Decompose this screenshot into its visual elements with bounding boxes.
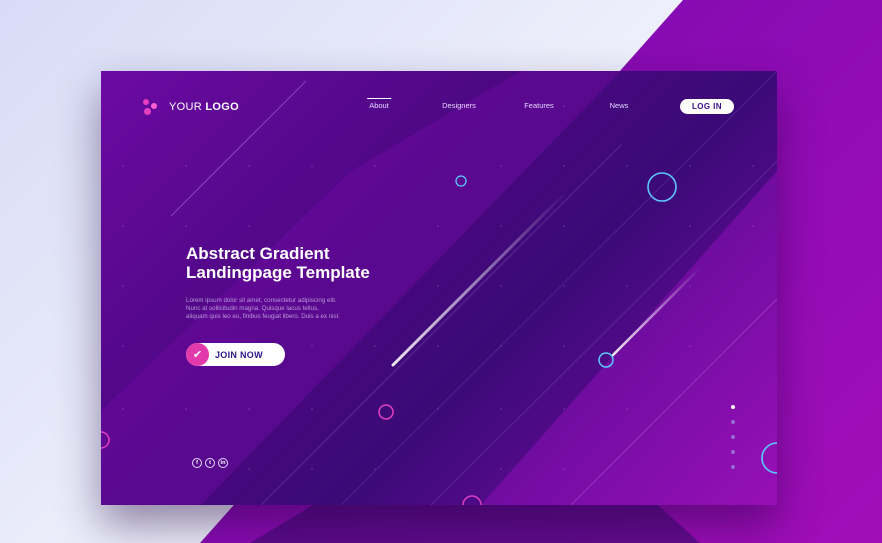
- nav-news[interactable]: News: [610, 101, 629, 110]
- hero-title-line2: Landingpage Template: [186, 263, 370, 282]
- slide-pager: [731, 405, 735, 480]
- nav-about[interactable]: About: [367, 98, 391, 110]
- ring-decoration: [378, 404, 394, 420]
- login-button[interactable]: LOG IN: [680, 99, 734, 114]
- pager-dot[interactable]: [731, 450, 735, 454]
- hero-body-line1: Lorem ipsum dolor sit amet, consectetur …: [186, 297, 337, 304]
- brand-logo[interactable]: YOUR LOGO: [143, 99, 239, 115]
- landing-page-card: YOUR LOGO About Designers Features News …: [101, 71, 777, 505]
- pager-dot[interactable]: [731, 405, 735, 409]
- hero-body-line3: aliquam quis leo eu, finibus feugiat lib…: [186, 313, 340, 320]
- logo-text: YOUR LOGO: [169, 101, 239, 113]
- join-now-button[interactable]: ✔ JOIN NOW: [186, 343, 285, 366]
- check-icon: ✔: [186, 343, 209, 366]
- hero-body: Lorem ipsum dolor sit amet, consectetur …: [186, 297, 401, 321]
- pager-dot[interactable]: [731, 420, 735, 424]
- facebook-icon[interactable]: f: [192, 458, 202, 468]
- logo-prefix: YOUR: [169, 101, 202, 113]
- twitter-icon[interactable]: t: [205, 458, 215, 468]
- decor-layer: [101, 71, 777, 505]
- hero-title: Abstract Gradient Landingpage Template: [186, 244, 370, 282]
- ring-decoration: [462, 495, 482, 505]
- hero-title-line1: Abstract Gradient: [186, 244, 330, 263]
- social-links: f t in: [192, 458, 228, 468]
- logo-mark-icon: [143, 99, 161, 115]
- pager-dot[interactable]: [731, 465, 735, 469]
- logo-strong: LOGO: [205, 101, 239, 113]
- hero-body-line2: Nunc at sollicitudin magna. Quisque lacu…: [186, 305, 319, 312]
- join-now-label: JOIN NOW: [215, 349, 263, 360]
- ring-decoration: [647, 172, 677, 202]
- nav-features[interactable]: Features: [524, 101, 554, 110]
- nav-designers[interactable]: Designers: [442, 101, 476, 110]
- linkedin-icon[interactable]: in: [218, 458, 228, 468]
- pager-dot[interactable]: [731, 435, 735, 439]
